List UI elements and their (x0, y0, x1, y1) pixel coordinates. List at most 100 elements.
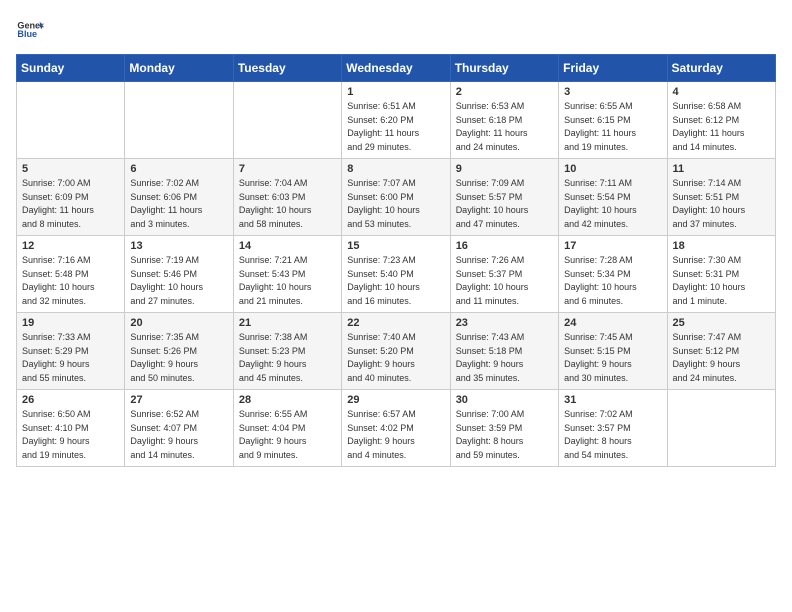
logo: General Blue (16, 16, 48, 44)
weekday-header-sunday: Sunday (17, 55, 125, 82)
day-info: Sunrise: 7:30 AMSunset: 5:31 PMDaylight:… (673, 254, 770, 308)
day-info: Sunrise: 7:47 AMSunset: 5:12 PMDaylight:… (673, 331, 770, 385)
day-number: 28 (239, 394, 336, 406)
day-info: Sunrise: 6:52 AMSunset: 4:07 PMDaylight:… (130, 408, 227, 462)
weekday-header-friday: Friday (559, 55, 667, 82)
day-number: 1 (347, 86, 444, 98)
day-info: Sunrise: 6:51 AMSunset: 6:20 PMDaylight:… (347, 100, 444, 154)
day-info: Sunrise: 6:50 AMSunset: 4:10 PMDaylight:… (22, 408, 119, 462)
calendar-cell: 18 Sunrise: 7:30 AMSunset: 5:31 PMDayligh… (667, 236, 775, 313)
day-info: Sunrise: 7:16 AMSunset: 5:48 PMDaylight:… (22, 254, 119, 308)
calendar-cell: 26 Sunrise: 6:50 AMSunset: 4:10 PMDayligh… (17, 390, 125, 467)
calendar-cell: 28 Sunrise: 6:55 AMSunset: 4:04 PMDayligh… (233, 390, 341, 467)
calendar-cell: 31 Sunrise: 7:02 AMSunset: 3:57 PMDayligh… (559, 390, 667, 467)
day-number: 9 (456, 163, 553, 175)
day-number: 10 (564, 163, 661, 175)
calendar-cell: 15Sunrise: 7:23 AMSunset: 5:40 PMDayligh… (342, 236, 450, 313)
day-info: Sunrise: 7:40 AMSunset: 5:20 PMDaylight:… (347, 331, 444, 385)
day-info: Sunrise: 7:33 AMSunset: 5:29 PMDaylight:… (22, 331, 119, 385)
day-number: 6 (130, 163, 227, 175)
calendar-table: SundayMondayTuesdayWednesdayThursdayFrid… (16, 54, 776, 467)
day-number: 15 (347, 240, 444, 252)
calendar-cell (667, 390, 775, 467)
calendar-cell: 14 Sunrise: 7:21 AMSunset: 5:43 PMDayligh… (233, 236, 341, 313)
day-info: Sunrise: 6:58 AMSunset: 6:12 PMDaylight:… (673, 100, 770, 154)
calendar-cell: 27 Sunrise: 6:52 AMSunset: 4:07 PMDayligh… (125, 390, 233, 467)
svg-text:Blue: Blue (17, 29, 37, 39)
day-info: Sunrise: 7:28 AMSunset: 5:34 PMDaylight:… (564, 254, 661, 308)
day-number: 2 (456, 86, 553, 98)
calendar-cell: 12 Sunrise: 7:16 AMSunset: 5:48 PMDayligh… (17, 236, 125, 313)
day-number: 7 (239, 163, 336, 175)
day-number: 16 (456, 240, 553, 252)
day-info: Sunrise: 6:55 AMSunset: 4:04 PMDaylight:… (239, 408, 336, 462)
calendar-cell: 23 Sunrise: 7:43 AMSunset: 5:18 PMDayligh… (450, 313, 558, 390)
calendar-cell: 20Sunrise: 7:35 AMSunset: 5:26 PMDayligh… (125, 313, 233, 390)
calendar-cell: 16 Sunrise: 7:26 AMSunset: 5:37 PMDayligh… (450, 236, 558, 313)
calendar-cell: 10 Sunrise: 7:11 AMSunset: 5:54 PMDayligh… (559, 159, 667, 236)
calendar-cell (233, 82, 341, 159)
day-info: Sunrise: 7:14 AMSunset: 5:51 PMDaylight:… (673, 177, 770, 231)
day-number: 13 (130, 240, 227, 252)
weekday-header-monday: Monday (125, 55, 233, 82)
day-number: 23 (456, 317, 553, 329)
day-info: Sunrise: 7:43 AMSunset: 5:18 PMDaylight:… (456, 331, 553, 385)
day-info: Sunrise: 6:55 AMSunset: 6:15 PMDaylight:… (564, 100, 661, 154)
day-info: Sunrise: 6:53 AMSunset: 6:18 PMDaylight:… (456, 100, 553, 154)
day-info: Sunrise: 7:26 AMSunset: 5:37 PMDaylight:… (456, 254, 553, 308)
day-number: 8 (347, 163, 444, 175)
calendar-cell: 25 Sunrise: 7:47 AMSunset: 5:12 PMDayligh… (667, 313, 775, 390)
day-info: Sunrise: 6:57 AMSunset: 4:02 PMDaylight:… (347, 408, 444, 462)
day-number: 29 (347, 394, 444, 406)
day-number: 26 (22, 394, 119, 406)
day-info: Sunrise: 7:38 AMSunset: 5:23 PMDaylight:… (239, 331, 336, 385)
weekday-header-thursday: Thursday (450, 55, 558, 82)
calendar-cell (125, 82, 233, 159)
logo-icon: General Blue (16, 16, 44, 44)
day-number: 14 (239, 240, 336, 252)
day-info: Sunrise: 7:07 AMSunset: 6:00 PMDaylight:… (347, 177, 444, 231)
day-info: Sunrise: 7:11 AMSunset: 5:54 PMDaylight:… (564, 177, 661, 231)
day-number: 25 (673, 317, 770, 329)
day-number: 18 (673, 240, 770, 252)
day-info: Sunrise: 7:02 AMSunset: 3:57 PMDaylight:… (564, 408, 661, 462)
day-number: 31 (564, 394, 661, 406)
day-info: Sunrise: 7:04 AMSunset: 6:03 PMDaylight:… (239, 177, 336, 231)
calendar-cell: 19 Sunrise: 7:33 AMSunset: 5:29 PMDayligh… (17, 313, 125, 390)
day-number: 5 (22, 163, 119, 175)
calendar-cell: 3 Sunrise: 6:55 AMSunset: 6:15 PMDaylight… (559, 82, 667, 159)
calendar-cell: 24 Sunrise: 7:45 AMSunset: 5:15 PMDayligh… (559, 313, 667, 390)
day-number: 21 (239, 317, 336, 329)
day-info: Sunrise: 7:09 AMSunset: 5:57 PMDaylight:… (456, 177, 553, 231)
calendar-cell: 11Sunrise: 7:14 AMSunset: 5:51 PMDayligh… (667, 159, 775, 236)
day-number: 30 (456, 394, 553, 406)
weekday-header-tuesday: Tuesday (233, 55, 341, 82)
weekday-header-wednesday: Wednesday (342, 55, 450, 82)
day-number: 27 (130, 394, 227, 406)
day-number: 3 (564, 86, 661, 98)
day-number: 12 (22, 240, 119, 252)
day-info: Sunrise: 7:00 AMSunset: 3:59 PMDaylight:… (456, 408, 553, 462)
calendar-cell: 13 Sunrise: 7:19 AMSunset: 5:46 PMDayligh… (125, 236, 233, 313)
calendar-cell: 6 Sunrise: 7:02 AMSunset: 6:06 PMDaylight… (125, 159, 233, 236)
day-info: Sunrise: 7:19 AMSunset: 5:46 PMDaylight:… (130, 254, 227, 308)
calendar-cell: 21 Sunrise: 7:38 AMSunset: 5:23 PMDayligh… (233, 313, 341, 390)
day-info: Sunrise: 7:02 AMSunset: 6:06 PMDaylight:… (130, 177, 227, 231)
day-info: Sunrise: 7:21 AMSunset: 5:43 PMDaylight:… (239, 254, 336, 308)
day-number: 24 (564, 317, 661, 329)
day-info: Sunrise: 7:45 AMSunset: 5:15 PMDaylight:… (564, 331, 661, 385)
calendar-cell (17, 82, 125, 159)
calendar-cell: 7 Sunrise: 7:04 AMSunset: 6:03 PMDaylight… (233, 159, 341, 236)
calendar-cell: 2 Sunrise: 6:53 AMSunset: 6:18 PMDaylight… (450, 82, 558, 159)
calendar-cell: 17 Sunrise: 7:28 AMSunset: 5:34 PMDayligh… (559, 236, 667, 313)
day-number: 17 (564, 240, 661, 252)
page-header: General Blue (16, 16, 776, 44)
calendar-cell: 5 Sunrise: 7:00 AMSunset: 6:09 PMDaylight… (17, 159, 125, 236)
day-info: Sunrise: 7:35 AMSunset: 5:26 PMDaylight:… (130, 331, 227, 385)
day-info: Sunrise: 7:00 AMSunset: 6:09 PMDaylight:… (22, 177, 119, 231)
calendar-cell: 4Sunrise: 6:58 AMSunset: 6:12 PMDaylight… (667, 82, 775, 159)
calendar-cell: 1 Sunrise: 6:51 AMSunset: 6:20 PMDaylight… (342, 82, 450, 159)
weekday-header-saturday: Saturday (667, 55, 775, 82)
day-number: 19 (22, 317, 119, 329)
day-number: 22 (347, 317, 444, 329)
